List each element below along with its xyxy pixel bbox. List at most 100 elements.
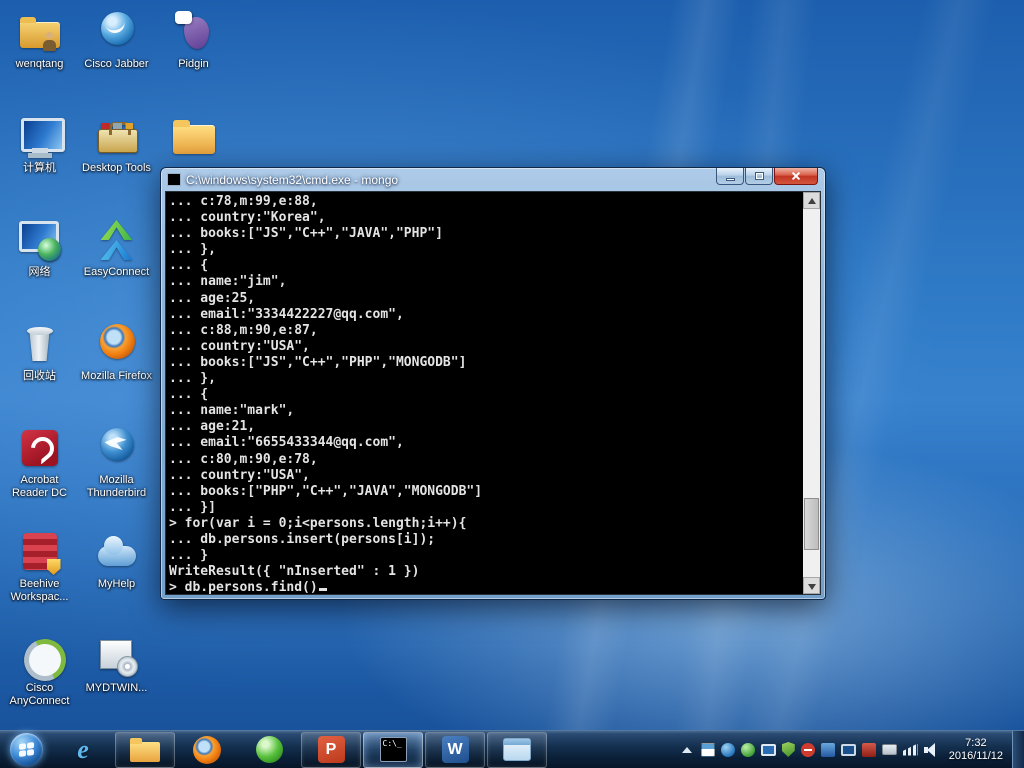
taskbar-powerpoint[interactable]: P — [301, 732, 361, 768]
desktop-icon-firefox[interactable]: Mozilla Firefox — [79, 320, 154, 383]
pidgin-icon — [170, 8, 218, 56]
minimize-button[interactable] — [716, 168, 744, 185]
desktop-icon-recycle-bin[interactable]: 回收站 — [2, 320, 77, 383]
terminal-line: ... { — [169, 258, 800, 274]
terminal-line: ... age:25, — [169, 291, 800, 307]
terminal[interactable]: ... c:78,m:99,e:88, ... country:"Korea",… — [165, 191, 821, 595]
thunderbird-icon — [93, 424, 141, 472]
terminal-line: ... books:["JS","C++","PHP","MONGODB"] — [169, 355, 800, 371]
tray-help-icon[interactable] — [721, 743, 735, 757]
terminal-line: WriteResult({ "nInserted" : 1 }) — [169, 564, 800, 580]
desktop-icon-easyconnect[interactable]: EasyConnect — [79, 216, 154, 279]
system-tray: 7:32 2016/11/12 — [682, 737, 1012, 763]
desktop-icon-network[interactable]: 网络 — [2, 216, 77, 279]
desktop-icon-pidgin[interactable]: Pidgin — [156, 8, 231, 71]
tray-messenger-icon[interactable] — [741, 743, 755, 757]
desktop-icon-label: 网络 — [2, 266, 77, 279]
word-icon: W — [442, 736, 469, 763]
terminal-line: ... country:"USA", — [169, 468, 800, 484]
tray-calendar-icon[interactable] — [701, 743, 715, 757]
desktop-icon-label: Beehive Workspac... — [2, 578, 77, 604]
firefox-icon — [93, 320, 141, 368]
cmd-prompt-icon: C:\_ — [380, 737, 407, 762]
acrobat-icon — [16, 424, 64, 472]
taskbar-cmd[interactable]: C:\_ — [363, 732, 423, 768]
desktop-icon-mydtwin[interactable]: MYDTWIN... — [79, 632, 154, 695]
desktop-icon-thunderbird[interactable]: Mozilla Thunderbird — [79, 424, 154, 500]
cloud-icon — [93, 528, 141, 576]
taskbar-word[interactable]: W — [425, 732, 485, 768]
terminal-line: ... age:21, — [169, 419, 800, 435]
maximize-button[interactable] — [745, 168, 773, 185]
taskbar-green-browser[interactable] — [238, 731, 300, 768]
taskbar-firefox[interactable] — [176, 731, 238, 768]
scroll-thumb[interactable] — [804, 498, 819, 550]
terminal-line: ... books:["PHP","C++","JAVA","MONGODB"] — [169, 484, 800, 500]
desktop-icon-jabber[interactable]: Cisco Jabber — [79, 8, 154, 71]
computer-icon — [16, 112, 64, 160]
jabber-icon — [93, 8, 141, 56]
taskbar: e P C:\_ W — [0, 730, 1024, 768]
terminal-line: ... }, — [169, 371, 800, 387]
terminal-line: ... email:"3334422227@qq.com", — [169, 307, 800, 323]
user-folder-icon — [16, 8, 64, 56]
app-window-icon — [503, 738, 531, 761]
start-button[interactable] — [0, 731, 52, 768]
terminal-scrollbar[interactable] — [803, 192, 820, 594]
clock-time: 7:32 — [949, 737, 1003, 750]
tray-security-shield-icon[interactable] — [782, 742, 795, 757]
cmd-titlebar-icon — [167, 173, 181, 186]
taskbar-internet-explorer[interactable]: e — [52, 731, 114, 768]
folder-icon — [170, 112, 218, 160]
terminal-line: ... books:["JS","C++","JAVA","PHP"] — [169, 226, 800, 242]
desktop-icon-label: EasyConnect — [79, 266, 154, 279]
desktop-icon-myhelp[interactable]: MyHelp — [79, 528, 154, 591]
taskbar-app-window[interactable] — [487, 732, 547, 768]
terminal-line: ... c:88,m:90,e:87, — [169, 323, 800, 339]
desktop-icon-label: MYDTWIN... — [79, 682, 154, 695]
desktop-icon-beehive[interactable]: Beehive Workspac... — [2, 528, 77, 604]
tray-display-icon[interactable] — [761, 744, 776, 756]
desktop-icon-computer[interactable]: 计算机 — [2, 112, 77, 175]
desktop-icon-folder[interactable] — [156, 112, 231, 162]
desktop-icon-anyconnect[interactable]: Cisco AnyConnect — [2, 632, 77, 708]
desktop-icon-label: wenqtang — [2, 58, 77, 71]
tray-defender-icon[interactable] — [862, 743, 876, 757]
window-title: C:\windows\system32\cmd.exe - mongo — [186, 173, 398, 187]
desktop-icon-acrobat[interactable]: Acrobat Reader DC — [2, 424, 77, 500]
terminal-line: ... country:"Korea", — [169, 210, 800, 226]
desktop-icon-desktop-tools[interactable]: Desktop Tools — [79, 112, 154, 175]
green-globe-icon — [256, 736, 283, 763]
scroll-down-arrow[interactable] — [803, 577, 820, 594]
tray-input-method-icon[interactable] — [821, 743, 835, 757]
easyconnect-icon — [93, 216, 141, 264]
tray-alert-icon[interactable] — [801, 743, 815, 757]
network-icon — [16, 216, 64, 264]
close-button[interactable] — [774, 168, 818, 185]
terminal-prompt-line: > db.persons.find() — [169, 580, 800, 595]
desktop-icon-wenqtang[interactable]: wenqtang — [2, 8, 77, 71]
explorer-folder-icon — [130, 738, 160, 762]
cmd-window-titlebar[interactable]: C:\windows\system32\cmd.exe - mongo — [161, 168, 825, 191]
desktop-icon-label: MyHelp — [79, 578, 154, 591]
terminal-line: ... name:"mark", — [169, 403, 800, 419]
tray-volume-icon[interactable] — [924, 743, 939, 756]
hidden-icons-button[interactable] — [682, 747, 692, 753]
desktop-icon-label: Cisco Jabber — [79, 58, 154, 71]
tray-network-icon[interactable] — [903, 744, 918, 756]
tray-vpn-icon[interactable] — [841, 744, 856, 756]
tray-printer-icon[interactable] — [882, 744, 897, 755]
scroll-up-arrow[interactable] — [803, 192, 820, 209]
show-desktop-button[interactable] — [1012, 731, 1024, 768]
terminal-line: ... } — [169, 548, 800, 564]
terminal-line: > for(var i = 0;i<persons.length;i++){ — [169, 516, 800, 532]
toolbox-icon — [93, 112, 141, 160]
desktop-background: wenqtang 计算机 网络 回收站 Acrobat Reader DC Be… — [0, 0, 1024, 768]
taskbar-clock[interactable]: 7:32 2016/11/12 — [949, 737, 1003, 763]
terminal-line: ... email:"6655433344@qq.com", — [169, 435, 800, 451]
desktop-icon-label: Mozilla Firefox — [79, 370, 154, 383]
taskbar-windows-explorer[interactable] — [115, 732, 175, 768]
installer-icon — [93, 632, 141, 680]
desktop-icon-label: 计算机 — [2, 162, 77, 175]
desktop-icon-label: Pidgin — [156, 58, 231, 71]
